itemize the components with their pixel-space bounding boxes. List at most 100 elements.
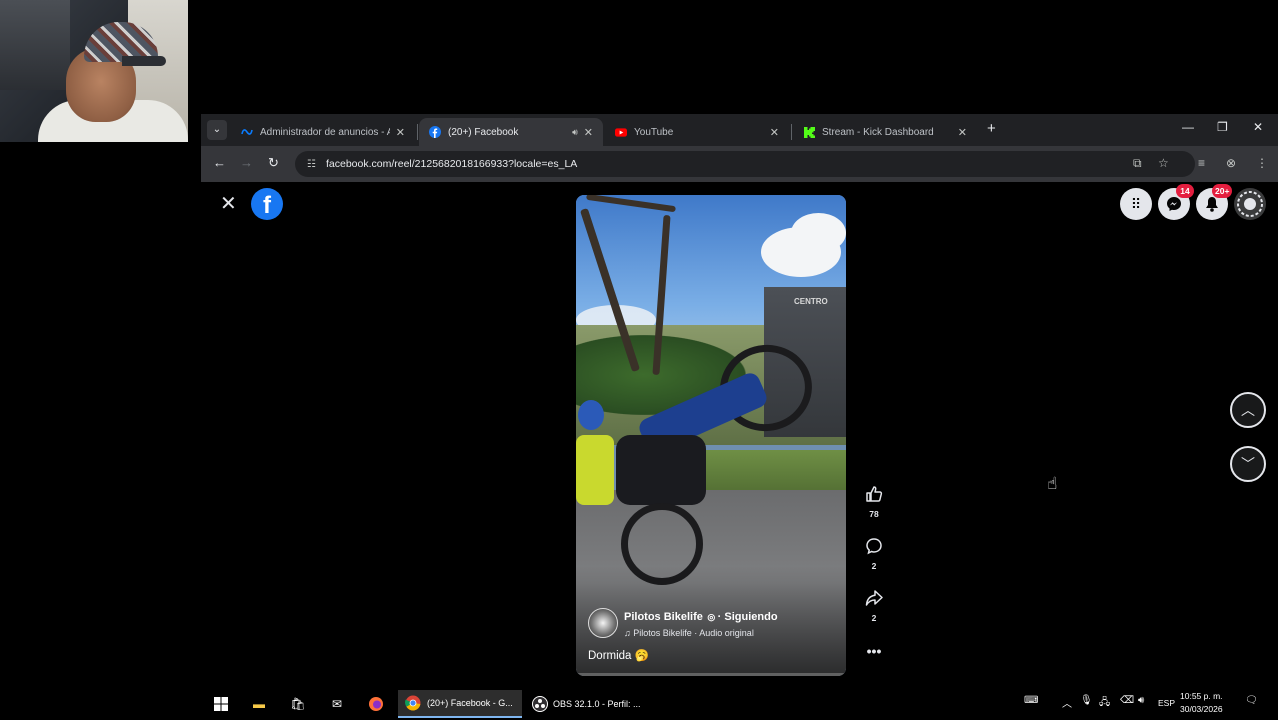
taskbar-obs-app[interactable]: OBS 32.1.0 - Perfil: ... (526, 690, 646, 718)
close-tab-icon[interactable]: ✕ (958, 126, 967, 139)
notifications-badge: 20+ (1212, 184, 1233, 198)
video-cloud (791, 213, 846, 253)
profile-avatar[interactable] (1234, 188, 1266, 220)
background-shelf (0, 0, 70, 90)
motorcycle-engine (616, 435, 706, 505)
keyboard-icon[interactable]: ⌨︎ (1024, 695, 1038, 706)
share-icon (861, 589, 887, 612)
volume-icon[interactable]: 🔊︎ (1138, 695, 1144, 706)
taskbar-chrome-app[interactable]: (20+) Facebook - G... (398, 690, 522, 718)
tab-title: YouTube (634, 126, 674, 138)
windows-logo-icon (212, 695, 230, 713)
reload-icon[interactable]: ↻ (268, 155, 279, 171)
network-icon[interactable]: 🖧︎ (1099, 695, 1110, 712)
new-tab-button[interactable]: + (987, 120, 996, 137)
like-button[interactable]: 78 (861, 485, 887, 519)
meta-icon (241, 126, 253, 138)
mail-icon: ✉︎ (331, 697, 343, 711)
hand-cursor-icon: ☝︎ (1047, 474, 1058, 493)
forward-icon[interactable]: → (240, 155, 253, 170)
video-progress-bar[interactable] (576, 673, 846, 676)
back-icon[interactable]: ← (213, 155, 226, 170)
language-indicator[interactable]: ESP (1158, 698, 1175, 708)
rider (576, 435, 614, 505)
author-avatar[interactable] (588, 607, 618, 638)
tab-title: Administrador de anuncios - A (260, 126, 390, 138)
windows-taskbar: ▬ 🛍︎ ✉︎ (20+) Facebook - G... OBS 32.1.0… (0, 688, 1278, 720)
address-bar[interactable]: ☷ facebook.com/reel/2125682018166933?loc… (295, 151, 1195, 177)
notification-center-icon[interactable]: 🗨︎ (1245, 695, 1258, 706)
menu-icon[interactable]: ⋮ (1256, 156, 1268, 170)
browser-tabstrip: ⌄ Administrador de anuncios - A ✕ (20+) … (201, 114, 1278, 146)
next-reel-button[interactable]: ﹀ (1230, 446, 1266, 482)
facebook-logo[interactable]: f (251, 188, 283, 220)
site-settings-icon[interactable]: ☷ (307, 159, 316, 170)
profile-icon[interactable]: ⊗ (1226, 156, 1236, 170)
top-right-icons: ⠿ 14 20+ (1118, 184, 1278, 222)
store-button[interactable]: 🛍︎ (289, 692, 307, 716)
previous-reel-button[interactable]: ︿ (1230, 392, 1266, 428)
close-tab-icon[interactable]: ✕ (396, 126, 405, 139)
speaker-icon[interactable]: 🔊︎ (572, 127, 578, 138)
system-clock[interactable]: 10:55 p. m. 30/03/2026 (1180, 690, 1223, 716)
file-explorer-button[interactable]: ▬ (250, 692, 268, 716)
rider-helmet (578, 400, 604, 430)
facebook-reel-page: ✕ f ⠿ 14 20+ CENTRO Pilotos Bikelife ◎ ·… (201, 182, 1278, 688)
eraser-icon[interactable]: ⌫ (1120, 695, 1134, 706)
share-count: 2 (871, 613, 877, 623)
store-bag-icon: 🛍︎ (290, 697, 306, 711)
window-close-icon[interactable]: ✕ (1253, 120, 1263, 134)
microphone-icon[interactable]: 🎙︎ (1080, 695, 1093, 706)
mail-button[interactable]: ✉︎ (328, 692, 346, 716)
like-count: 78 (869, 509, 879, 519)
menu-grid-icon[interactable]: ⠿ (1120, 188, 1152, 220)
share-button[interactable]: 2 (861, 589, 887, 623)
comment-button[interactable]: 2 (861, 537, 887, 571)
author-name[interactable]: Pilotos Bikelife (624, 611, 703, 623)
tab-divider (417, 124, 418, 140)
messenger-badge: 14 (1176, 184, 1194, 198)
folder-icon: ▬ (253, 697, 265, 711)
firefox-button[interactable] (367, 692, 385, 716)
tab-facebook[interactable]: (20+) Facebook 🔊︎ ✕ (419, 118, 603, 146)
minimize-icon[interactable]: — (1182, 120, 1194, 134)
webcam-overlay (0, 0, 188, 142)
tab-search-button[interactable]: ⌄ (207, 120, 227, 140)
install-app-icon[interactable]: ⧉ (1133, 156, 1142, 171)
restore-icon[interactable]: ❐ (1217, 120, 1228, 134)
taskbar-app-label: (20+) Facebook - G... (427, 698, 513, 708)
tab-ads-manager[interactable]: Administrador de anuncios - A ✕ (231, 118, 415, 146)
follow-status[interactable]: · Siguiendo (718, 611, 778, 623)
reel-author-block: Pilotos Bikelife ◎ · Siguiendo ♫ Pilotos… (588, 607, 778, 638)
browser-toolbar: ← → ↻ ☷ facebook.com/reel/21256820181669… (201, 146, 1278, 182)
tab-kick-dashboard[interactable]: Stream - Kick Dashboard ✕ (793, 118, 977, 146)
taskbar-app-label: OBS 32.1.0 - Perfil: ... (553, 699, 641, 709)
like-icon (861, 485, 887, 508)
tab-title: (20+) Facebook (448, 126, 519, 138)
screen: ⌄ Administrador de anuncios - A ✕ (20+) … (0, 0, 1278, 720)
verified-icon: ◎ (707, 612, 718, 622)
media-controls-icon[interactable]: ≡ (1198, 156, 1205, 170)
close-reel-icon[interactable]: ✕ (220, 192, 237, 216)
comment-icon (861, 537, 887, 560)
tab-youtube[interactable]: YouTube ✕ (605, 118, 789, 146)
firefox-icon (367, 695, 385, 713)
reel-caption: Dormida 🥱 (588, 650, 649, 662)
kick-icon (803, 126, 815, 138)
clock-time: 10:55 p. m. (1180, 691, 1223, 701)
chrome-icon (404, 694, 422, 712)
tray-chevron-icon[interactable]: ︿ (1062, 695, 1072, 710)
bookmark-star-icon[interactable]: ☆ (1158, 156, 1169, 170)
start-button[interactable] (212, 692, 230, 716)
clock-date: 30/03/2026 (1180, 704, 1223, 714)
more-dots-icon: ••• (866, 643, 882, 659)
more-options-button[interactable]: ••• (861, 641, 887, 661)
close-tab-icon[interactable]: ✕ (770, 126, 779, 139)
audio-source[interactable]: ♫ Pilotos Bikelife · Audio original (624, 628, 778, 638)
building-sign-text: CENTRO (794, 297, 828, 306)
comment-count: 2 (871, 561, 877, 571)
youtube-icon (615, 126, 627, 138)
obs-icon (532, 695, 548, 713)
reel-video[interactable]: CENTRO Pilotos Bikelife ◎ · Siguiendo ♫ … (576, 195, 846, 676)
close-tab-icon[interactable]: ✕ (584, 126, 593, 139)
